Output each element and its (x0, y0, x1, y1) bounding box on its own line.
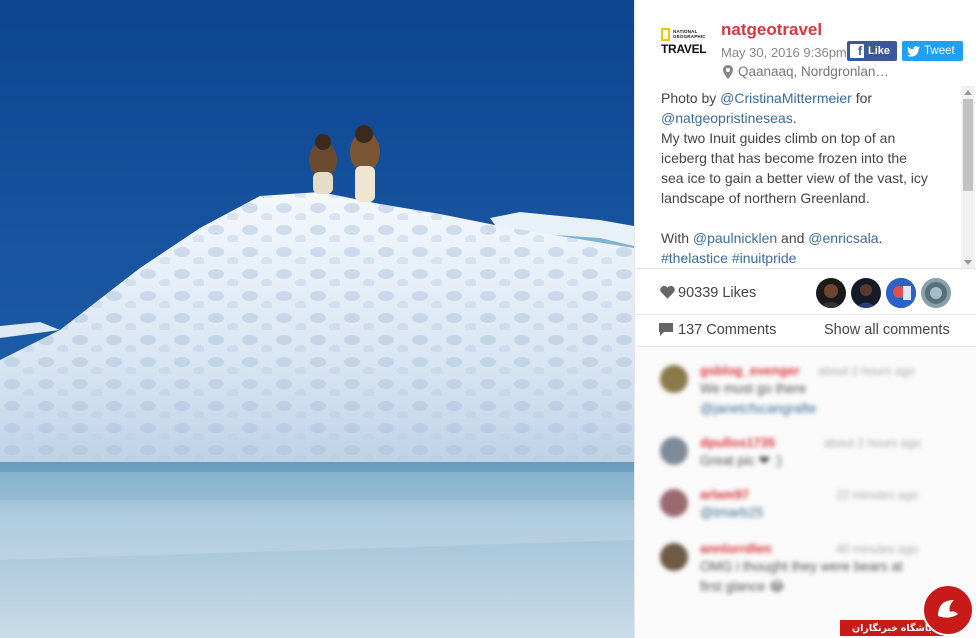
org-link[interactable]: @natgeopristineseas (661, 110, 793, 126)
caption-period: . (792, 110, 797, 126)
facebook-icon: f (850, 44, 864, 58)
photographer-link[interactable]: @CristinaMittermeier (720, 90, 852, 106)
comment-time: 40 minutes ago (836, 542, 919, 556)
watermark-emblem (922, 584, 974, 636)
comment-text: Great pic ❤ :) (700, 453, 782, 468)
comments-header: 137 Comments Show all comments (635, 315, 976, 345)
commenter-name[interactable]: arlam97 (700, 487, 749, 502)
heart-icon[interactable] (660, 285, 675, 299)
comments-count: 137 Comments (678, 322, 777, 338)
commenter-avatar[interactable] (660, 365, 688, 393)
post-date: May 30, 2016 9:36pm (721, 45, 847, 60)
commenter-avatar[interactable] (660, 437, 688, 465)
username[interactable]: natgeotravel (721, 20, 822, 40)
comment-text-link[interactable]: @janetcfscangrafte (700, 401, 817, 416)
post-sidebar: NATIONAL GEOGRAPHIC TRAVEL natgeotravel … (634, 0, 976, 638)
caption-scrollbar[interactable] (961, 86, 975, 268)
liker-avatar[interactable] (921, 278, 951, 308)
mention-enricsala[interactable]: @enricsala (808, 230, 878, 246)
natgeo-travel-logo[interactable]: NATIONAL GEOGRAPHIC TRAVEL (661, 28, 707, 56)
caption-with: With (661, 230, 693, 246)
location-text: Qaanaaq, Nordgronlan… (738, 64, 889, 79)
twitter-tweet-button[interactable]: Tweet (902, 41, 963, 61)
caption-period-2: . (878, 230, 883, 246)
commenter-name[interactable]: dpullos1735 (700, 435, 775, 450)
show-all-comments-link[interactable]: Show all comments (824, 322, 950, 338)
comment-item: arlam97 22 minutes ago @tmarb25 (635, 483, 976, 543)
comment-time: about 2 hours ago (824, 436, 921, 450)
post-location[interactable]: Qaanaaq, Nordgronlan… (723, 64, 889, 79)
caption-body: My two Inuit guides climb on top of an i… (661, 130, 928, 206)
liker-avatar[interactable] (886, 278, 916, 308)
post-caption: Photo by @CristinaMittermeier for @natge… (661, 88, 931, 268)
hashtags[interactable]: #thelastice #inuitpride (661, 250, 796, 266)
comment-icon (659, 323, 673, 336)
comment-item: gsblog_evenger about 2 hours ago We must… (635, 359, 976, 419)
caption-panel: Photo by @CristinaMittermeier for @natge… (635, 86, 976, 269)
commenter-avatar[interactable] (660, 543, 688, 571)
liker-avatar[interactable] (816, 278, 846, 308)
location-pin-icon (723, 64, 733, 79)
scroll-up-arrow-icon[interactable] (964, 90, 972, 95)
facebook-like-label: Like (868, 45, 891, 57)
comment-text: We must go there (700, 381, 807, 396)
commenter-name[interactable]: annlorrdlen (700, 541, 772, 556)
twitter-tweet-label: Tweet (924, 45, 955, 57)
watermark-logo: باشگاه خبرنگاران (836, 584, 976, 638)
comment-text-2: first glance 😂 (700, 579, 785, 594)
comment-time: about 2 hours ago (818, 364, 915, 378)
iceberg-photo (0, 0, 634, 638)
post-header: NATIONAL GEOGRAPHIC TRAVEL natgeotravel … (635, 0, 976, 86)
scroll-thumb[interactable] (963, 99, 973, 191)
mention-paulnicklen[interactable]: @paulnicklen (693, 230, 777, 246)
comment-item: dpullos1735 about 2 hours ago Great pic … (635, 431, 976, 491)
twitter-icon (907, 45, 920, 57)
scroll-down-arrow-icon[interactable] (964, 260, 972, 265)
caption-for: for (851, 90, 873, 106)
comment-time: 22 minutes ago (836, 488, 919, 502)
facebook-like-button[interactable]: f Like (847, 41, 897, 61)
liker-avatar[interactable] (851, 278, 881, 308)
comment-text: OMG i thought they were bears at (700, 559, 903, 574)
caption-prefix: Photo by (661, 90, 721, 106)
likes-count: 90339 Likes (678, 285, 757, 301)
caption-and: and (777, 230, 809, 246)
likes-row: 90339 Likes (635, 270, 976, 315)
commenter-avatar[interactable] (660, 489, 688, 517)
post-photo[interactable] (0, 0, 634, 638)
comment-text-link[interactable]: @tmarb25 (700, 505, 763, 520)
commenter-name[interactable]: gsblog_evenger (700, 363, 800, 378)
